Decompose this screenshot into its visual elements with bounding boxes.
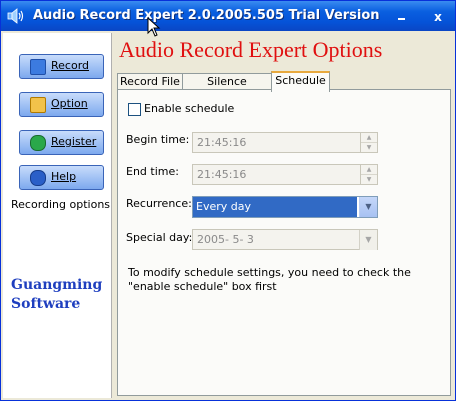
app-window: Audio Record Expert 2.0.2005.505 Trial V… [0, 0, 456, 401]
record-icon [30, 59, 46, 75]
recurrence-chevron-down-icon[interactable]: ▼ [359, 197, 377, 217]
company-line-2: Software [11, 296, 81, 312]
minimize-button[interactable] [392, 8, 412, 26]
end-time-value: 21:45:16 [197, 168, 247, 181]
begin-time-field[interactable]: 21:45:16 ▲ ▼ [192, 132, 378, 153]
begin-time-value: 21:45:16 [197, 136, 247, 149]
special-day-value: 2005- 5- 3 [197, 233, 254, 246]
close-button[interactable]: x [428, 8, 448, 26]
recurrence-value: Every day [193, 197, 357, 217]
company-name: Guangming Software [11, 276, 102, 314]
option-button-label: Option [51, 97, 88, 110]
record-button[interactable]: Record [19, 54, 104, 79]
tab-record-file[interactable]: Record File [117, 73, 183, 90]
option-icon [30, 97, 46, 113]
end-time-field[interactable]: 21:45:16 ▲ ▼ [192, 164, 378, 185]
special-day-label: Special day: [126, 231, 193, 244]
option-button[interactable]: Option [19, 92, 104, 117]
spin-up-icon[interactable]: ▲ [361, 133, 377, 143]
sidebar: Record Option Register Help Recording op… [3, 33, 112, 398]
title-bar[interactable]: Audio Record Expert 2.0.2005.505 Trial V… [1, 1, 455, 31]
spin-down-icon[interactable]: ▼ [361, 175, 377, 184]
special-day-select[interactable]: 2005- 5- 3 ▼ [192, 229, 378, 250]
end-time-label: End time: [126, 165, 179, 178]
special-day-chevron-down-icon[interactable]: ▼ [359, 230, 377, 250]
recurrence-label: Recurrence: [126, 197, 192, 210]
close-icon: x [434, 10, 442, 24]
tab-schedule-label: Schedule [275, 74, 326, 87]
schedule-note: To modify schedule settings, you need to… [128, 266, 411, 293]
register-button-label: Register [51, 135, 97, 148]
help-button-label: Help [51, 170, 77, 183]
begin-time-label: Begin time: [126, 133, 190, 146]
company-line-1: Guangming [11, 277, 103, 293]
end-time-spinner[interactable]: ▲ ▼ [360, 165, 377, 184]
help-icon [30, 170, 46, 186]
enable-schedule-label[interactable]: Enable schedule [144, 102, 234, 115]
page-heading: Audio Record Expert Options [119, 37, 383, 62]
recording-options-label: Recording options [11, 198, 111, 211]
record-button-label: Record [51, 59, 90, 72]
window-title: Audio Record Expert 2.0.2005.505 Trial V… [33, 8, 380, 23]
spin-up-icon[interactable]: ▲ [361, 165, 377, 175]
tab-schedule[interactable]: Schedule [271, 71, 330, 92]
spin-down-icon[interactable]: ▼ [361, 143, 377, 152]
enable-schedule-checkbox[interactable] [128, 103, 141, 116]
app-speaker-icon[interactable] [7, 7, 25, 25]
schedule-panel: Enable schedule Begin time: 21:45:16 ▲ ▼… [117, 89, 451, 396]
minimize-icon [398, 18, 405, 20]
recurrence-select[interactable]: Every day ▼ [192, 196, 378, 218]
tab-silence-detector[interactable]: Silence Detector [182, 73, 272, 104]
mouse-cursor-icon [147, 17, 161, 37]
begin-time-spinner[interactable]: ▲ ▼ [360, 133, 377, 152]
register-button[interactable]: Register [19, 130, 104, 155]
tab-record-file-label: Record File [120, 75, 180, 88]
help-button[interactable]: Help [19, 165, 104, 190]
register-icon [30, 135, 46, 151]
